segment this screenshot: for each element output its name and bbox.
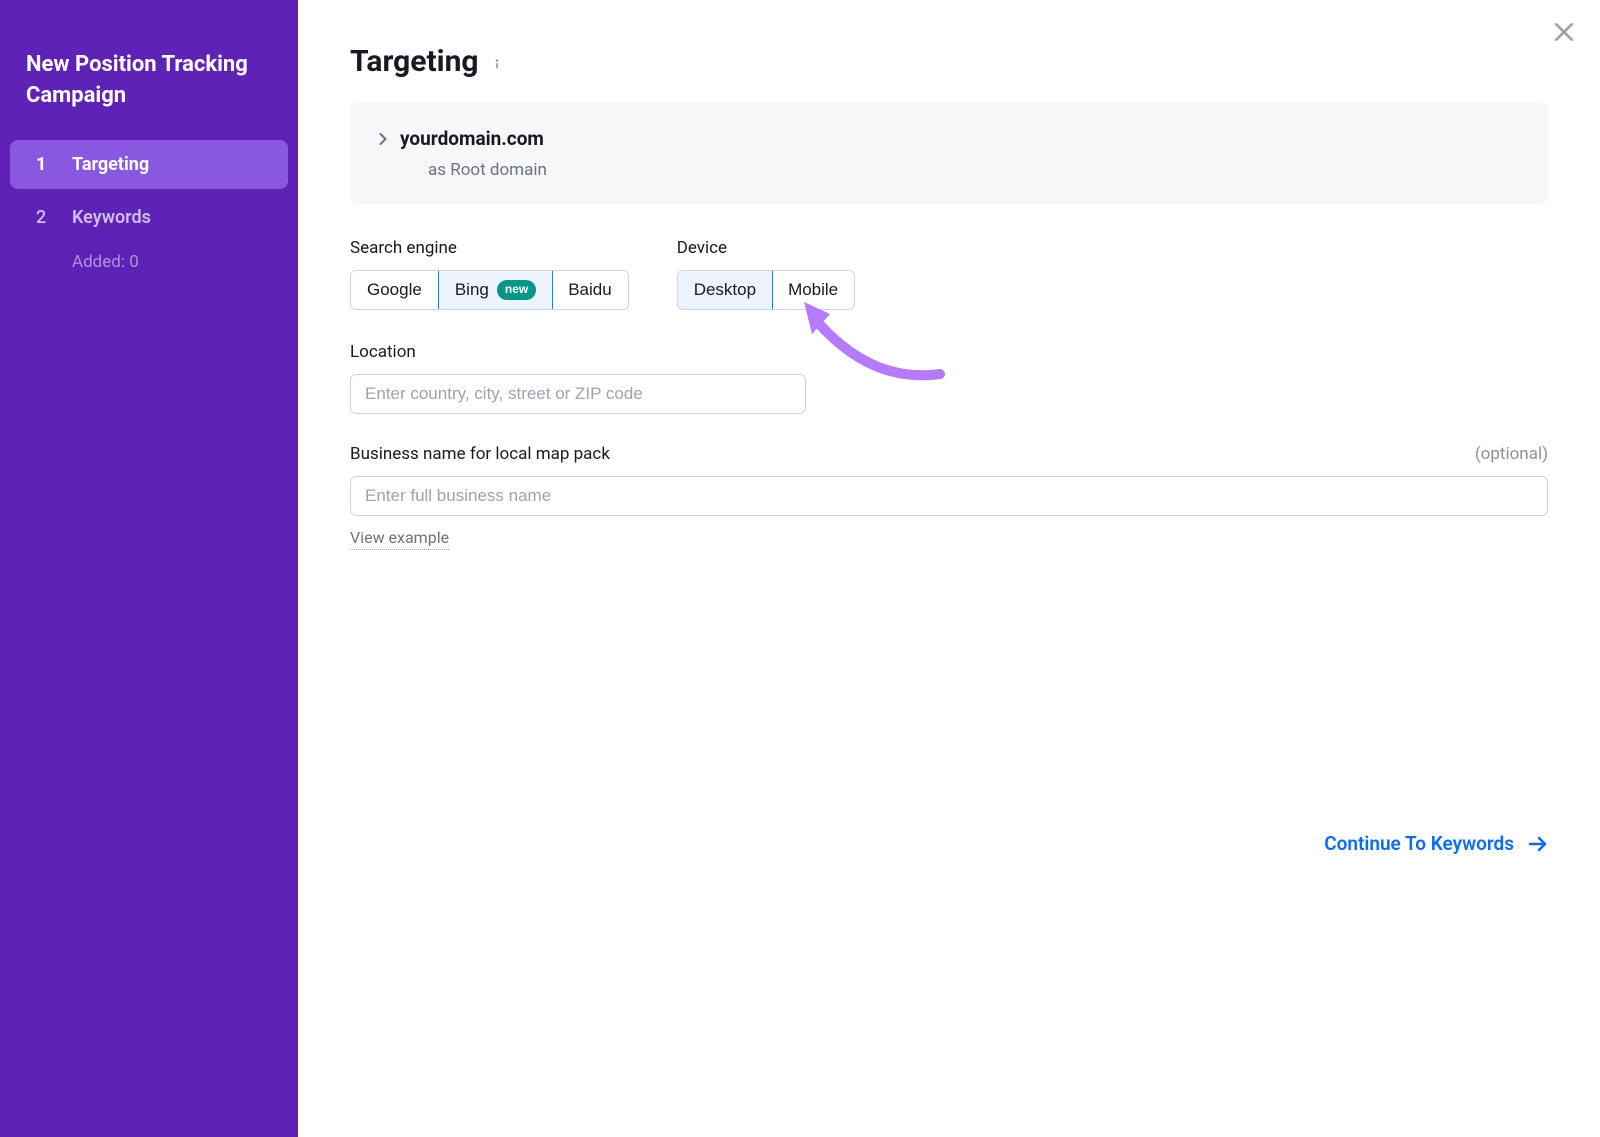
wizard-title: New Position Tracking Campaign (0, 50, 298, 140)
domain-name: yourdomain.com (400, 127, 544, 150)
business-name-input[interactable] (350, 476, 1548, 516)
domain-card[interactable]: yourdomain.com as Root domain (350, 103, 1548, 204)
step-number: 2 (36, 207, 72, 228)
continue-button[interactable]: Continue To Keywords (1324, 832, 1548, 855)
info-icon[interactable] (489, 56, 505, 72)
arrow-right-icon (1528, 836, 1548, 852)
sidebar-step-keywords[interactable]: 2 Keywords (10, 193, 288, 242)
device-mobile[interactable]: Mobile (772, 271, 854, 309)
wizard-sidebar: New Position Tracking Campaign 1 Targeti… (0, 0, 298, 1137)
step-number: 1 (36, 154, 72, 175)
search-engine-baidu[interactable]: Baidu (552, 271, 627, 309)
segment-label: Bing (455, 280, 489, 300)
search-engine-bing[interactable]: Bing new (438, 270, 553, 310)
continue-label: Continue To Keywords (1324, 832, 1514, 855)
page-title: Targeting (350, 44, 479, 79)
sidebar-step-targeting[interactable]: 1 Targeting (10, 140, 288, 189)
close-icon (1551, 19, 1577, 45)
search-engine-selector: Google Bing new Baidu (350, 270, 629, 310)
business-name-label: Business name for local map pack (350, 444, 610, 464)
domain-type-label: as Root domain (428, 160, 1520, 180)
device-selector: Desktop Mobile (677, 270, 855, 310)
device-label: Device (677, 238, 855, 258)
search-engine-google[interactable]: Google (351, 271, 439, 309)
optional-label: (optional) (1475, 444, 1548, 464)
main-content: Targeting yourdomain.com as Root domain (298, 0, 1600, 1137)
location-input[interactable] (350, 374, 806, 414)
keywords-added-count: Added: 0 (0, 246, 298, 272)
close-button[interactable] (1550, 18, 1578, 46)
step-label: Keywords (72, 207, 151, 228)
view-example-link[interactable]: View example (350, 528, 449, 550)
step-label: Targeting (72, 154, 149, 175)
chevron-right-icon (378, 132, 388, 146)
device-desktop[interactable]: Desktop (677, 270, 773, 310)
search-engine-label: Search engine (350, 238, 629, 258)
location-label: Location (350, 342, 1548, 362)
new-badge: new (497, 280, 536, 300)
